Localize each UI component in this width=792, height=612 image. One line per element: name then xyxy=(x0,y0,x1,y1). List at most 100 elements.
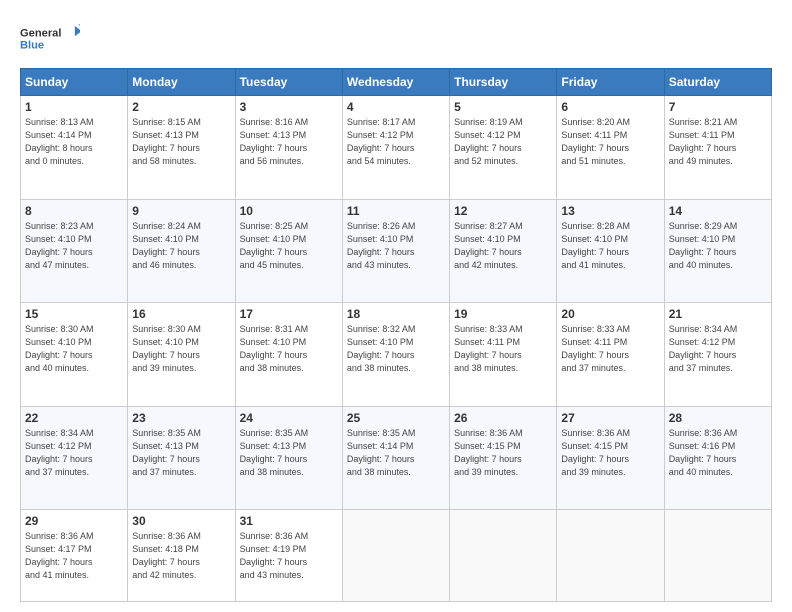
calendar-cell: 5 Sunrise: 8:19 AMSunset: 4:12 PMDayligh… xyxy=(450,96,557,200)
day-number: 4 xyxy=(347,100,445,114)
calendar-cell: 27 Sunrise: 8:36 AMSunset: 4:15 PMDaylig… xyxy=(557,406,664,510)
day-number: 31 xyxy=(240,514,338,528)
calendar-cell: 8 Sunrise: 8:23 AMSunset: 4:10 PMDayligh… xyxy=(21,199,128,303)
day-info: Sunrise: 8:26 AMSunset: 4:10 PMDaylight:… xyxy=(347,221,416,270)
day-number: 15 xyxy=(25,307,123,321)
day-info: Sunrise: 8:36 AMSunset: 4:19 PMDaylight:… xyxy=(240,531,309,580)
calendar-cell: 19 Sunrise: 8:33 AMSunset: 4:11 PMDaylig… xyxy=(450,303,557,407)
logo: General Blue xyxy=(20,20,80,56)
day-info: Sunrise: 8:36 AMSunset: 4:16 PMDaylight:… xyxy=(669,428,738,477)
calendar-header-row: SundayMondayTuesdayWednesdayThursdayFrid… xyxy=(21,69,772,96)
calendar-day-header: Thursday xyxy=(450,69,557,96)
calendar-cell xyxy=(557,510,664,602)
calendar-cell: 15 Sunrise: 8:30 AMSunset: 4:10 PMDaylig… xyxy=(21,303,128,407)
day-info: Sunrise: 8:16 AMSunset: 4:13 PMDaylight:… xyxy=(240,117,309,166)
calendar-cell: 26 Sunrise: 8:36 AMSunset: 4:15 PMDaylig… xyxy=(450,406,557,510)
calendar-day-header: Monday xyxy=(128,69,235,96)
svg-text:General: General xyxy=(20,27,61,39)
day-number: 1 xyxy=(25,100,123,114)
day-info: Sunrise: 8:19 AMSunset: 4:12 PMDaylight:… xyxy=(454,117,523,166)
calendar-week-row: 29 Sunrise: 8:36 AMSunset: 4:17 PMDaylig… xyxy=(21,510,772,602)
day-number: 27 xyxy=(561,411,659,425)
day-info: Sunrise: 8:23 AMSunset: 4:10 PMDaylight:… xyxy=(25,221,94,270)
day-number: 19 xyxy=(454,307,552,321)
day-number: 7 xyxy=(669,100,767,114)
day-info: Sunrise: 8:17 AMSunset: 4:12 PMDaylight:… xyxy=(347,117,416,166)
calendar-cell: 30 Sunrise: 8:36 AMSunset: 4:18 PMDaylig… xyxy=(128,510,235,602)
calendar-week-row: 1 Sunrise: 8:13 AMSunset: 4:14 PMDayligh… xyxy=(21,96,772,200)
calendar-cell: 18 Sunrise: 8:32 AMSunset: 4:10 PMDaylig… xyxy=(342,303,449,407)
day-number: 9 xyxy=(132,204,230,218)
svg-text:Blue: Blue xyxy=(20,39,44,51)
day-info: Sunrise: 8:34 AMSunset: 4:12 PMDaylight:… xyxy=(669,324,738,373)
day-info: Sunrise: 8:29 AMSunset: 4:10 PMDaylight:… xyxy=(669,221,738,270)
day-info: Sunrise: 8:27 AMSunset: 4:10 PMDaylight:… xyxy=(454,221,523,270)
calendar-cell: 12 Sunrise: 8:27 AMSunset: 4:10 PMDaylig… xyxy=(450,199,557,303)
calendar-cell: 31 Sunrise: 8:36 AMSunset: 4:19 PMDaylig… xyxy=(235,510,342,602)
day-info: Sunrise: 8:32 AMSunset: 4:10 PMDaylight:… xyxy=(347,324,416,373)
calendar-cell: 21 Sunrise: 8:34 AMSunset: 4:12 PMDaylig… xyxy=(664,303,771,407)
calendar-cell: 4 Sunrise: 8:17 AMSunset: 4:12 PMDayligh… xyxy=(342,96,449,200)
calendar-cell: 24 Sunrise: 8:35 AMSunset: 4:13 PMDaylig… xyxy=(235,406,342,510)
day-info: Sunrise: 8:24 AMSunset: 4:10 PMDaylight:… xyxy=(132,221,201,270)
day-number: 13 xyxy=(561,204,659,218)
day-number: 24 xyxy=(240,411,338,425)
day-info: Sunrise: 8:33 AMSunset: 4:11 PMDaylight:… xyxy=(454,324,523,373)
day-info: Sunrise: 8:31 AMSunset: 4:10 PMDaylight:… xyxy=(240,324,309,373)
calendar-day-header: Saturday xyxy=(664,69,771,96)
calendar-week-row: 8 Sunrise: 8:23 AMSunset: 4:10 PMDayligh… xyxy=(21,199,772,303)
day-info: Sunrise: 8:30 AMSunset: 4:10 PMDaylight:… xyxy=(25,324,94,373)
day-number: 23 xyxy=(132,411,230,425)
day-info: Sunrise: 8:35 AMSunset: 4:14 PMDaylight:… xyxy=(347,428,416,477)
calendar-cell: 16 Sunrise: 8:30 AMSunset: 4:10 PMDaylig… xyxy=(128,303,235,407)
calendar-day-header: Friday xyxy=(557,69,664,96)
calendar-day-header: Sunday xyxy=(21,69,128,96)
calendar-cell: 29 Sunrise: 8:36 AMSunset: 4:17 PMDaylig… xyxy=(21,510,128,602)
day-number: 5 xyxy=(454,100,552,114)
calendar-cell: 11 Sunrise: 8:26 AMSunset: 4:10 PMDaylig… xyxy=(342,199,449,303)
calendar-cell: 10 Sunrise: 8:25 AMSunset: 4:10 PMDaylig… xyxy=(235,199,342,303)
calendar-cell: 14 Sunrise: 8:29 AMSunset: 4:10 PMDaylig… xyxy=(664,199,771,303)
day-number: 26 xyxy=(454,411,552,425)
day-number: 12 xyxy=(454,204,552,218)
calendar-cell: 17 Sunrise: 8:31 AMSunset: 4:10 PMDaylig… xyxy=(235,303,342,407)
day-info: Sunrise: 8:34 AMSunset: 4:12 PMDaylight:… xyxy=(25,428,94,477)
day-info: Sunrise: 8:33 AMSunset: 4:11 PMDaylight:… xyxy=(561,324,630,373)
calendar-cell xyxy=(342,510,449,602)
day-info: Sunrise: 8:36 AMSunset: 4:15 PMDaylight:… xyxy=(454,428,523,477)
day-number: 3 xyxy=(240,100,338,114)
day-number: 18 xyxy=(347,307,445,321)
day-info: Sunrise: 8:21 AMSunset: 4:11 PMDaylight:… xyxy=(669,117,738,166)
calendar-cell: 28 Sunrise: 8:36 AMSunset: 4:16 PMDaylig… xyxy=(664,406,771,510)
day-info: Sunrise: 8:30 AMSunset: 4:10 PMDaylight:… xyxy=(132,324,201,373)
day-number: 10 xyxy=(240,204,338,218)
calendar-day-header: Tuesday xyxy=(235,69,342,96)
calendar-cell xyxy=(664,510,771,602)
calendar-cell xyxy=(450,510,557,602)
day-number: 2 xyxy=(132,100,230,114)
day-info: Sunrise: 8:15 AMSunset: 4:13 PMDaylight:… xyxy=(132,117,201,166)
page: General Blue SundayMondayTuesdayWednesda… xyxy=(0,0,792,612)
calendar-cell: 13 Sunrise: 8:28 AMSunset: 4:10 PMDaylig… xyxy=(557,199,664,303)
day-info: Sunrise: 8:35 AMSunset: 4:13 PMDaylight:… xyxy=(132,428,201,477)
day-number: 29 xyxy=(25,514,123,528)
day-number: 11 xyxy=(347,204,445,218)
day-number: 30 xyxy=(132,514,230,528)
calendar-cell: 1 Sunrise: 8:13 AMSunset: 4:14 PMDayligh… xyxy=(21,96,128,200)
day-info: Sunrise: 8:13 AMSunset: 4:14 PMDaylight:… xyxy=(25,117,94,166)
calendar-cell: 3 Sunrise: 8:16 AMSunset: 4:13 PMDayligh… xyxy=(235,96,342,200)
day-number: 20 xyxy=(561,307,659,321)
day-info: Sunrise: 8:20 AMSunset: 4:11 PMDaylight:… xyxy=(561,117,630,166)
calendar-week-row: 22 Sunrise: 8:34 AMSunset: 4:12 PMDaylig… xyxy=(21,406,772,510)
calendar-cell: 9 Sunrise: 8:24 AMSunset: 4:10 PMDayligh… xyxy=(128,199,235,303)
day-info: Sunrise: 8:28 AMSunset: 4:10 PMDaylight:… xyxy=(561,221,630,270)
calendar-cell: 22 Sunrise: 8:34 AMSunset: 4:12 PMDaylig… xyxy=(21,406,128,510)
calendar-week-row: 15 Sunrise: 8:30 AMSunset: 4:10 PMDaylig… xyxy=(21,303,772,407)
day-number: 8 xyxy=(25,204,123,218)
day-number: 22 xyxy=(25,411,123,425)
calendar-cell: 23 Sunrise: 8:35 AMSunset: 4:13 PMDaylig… xyxy=(128,406,235,510)
calendar-cell: 2 Sunrise: 8:15 AMSunset: 4:13 PMDayligh… xyxy=(128,96,235,200)
logo-svg: General Blue xyxy=(20,20,80,56)
calendar-table: SundayMondayTuesdayWednesdayThursdayFrid… xyxy=(20,68,772,602)
calendar-cell: 25 Sunrise: 8:35 AMSunset: 4:14 PMDaylig… xyxy=(342,406,449,510)
